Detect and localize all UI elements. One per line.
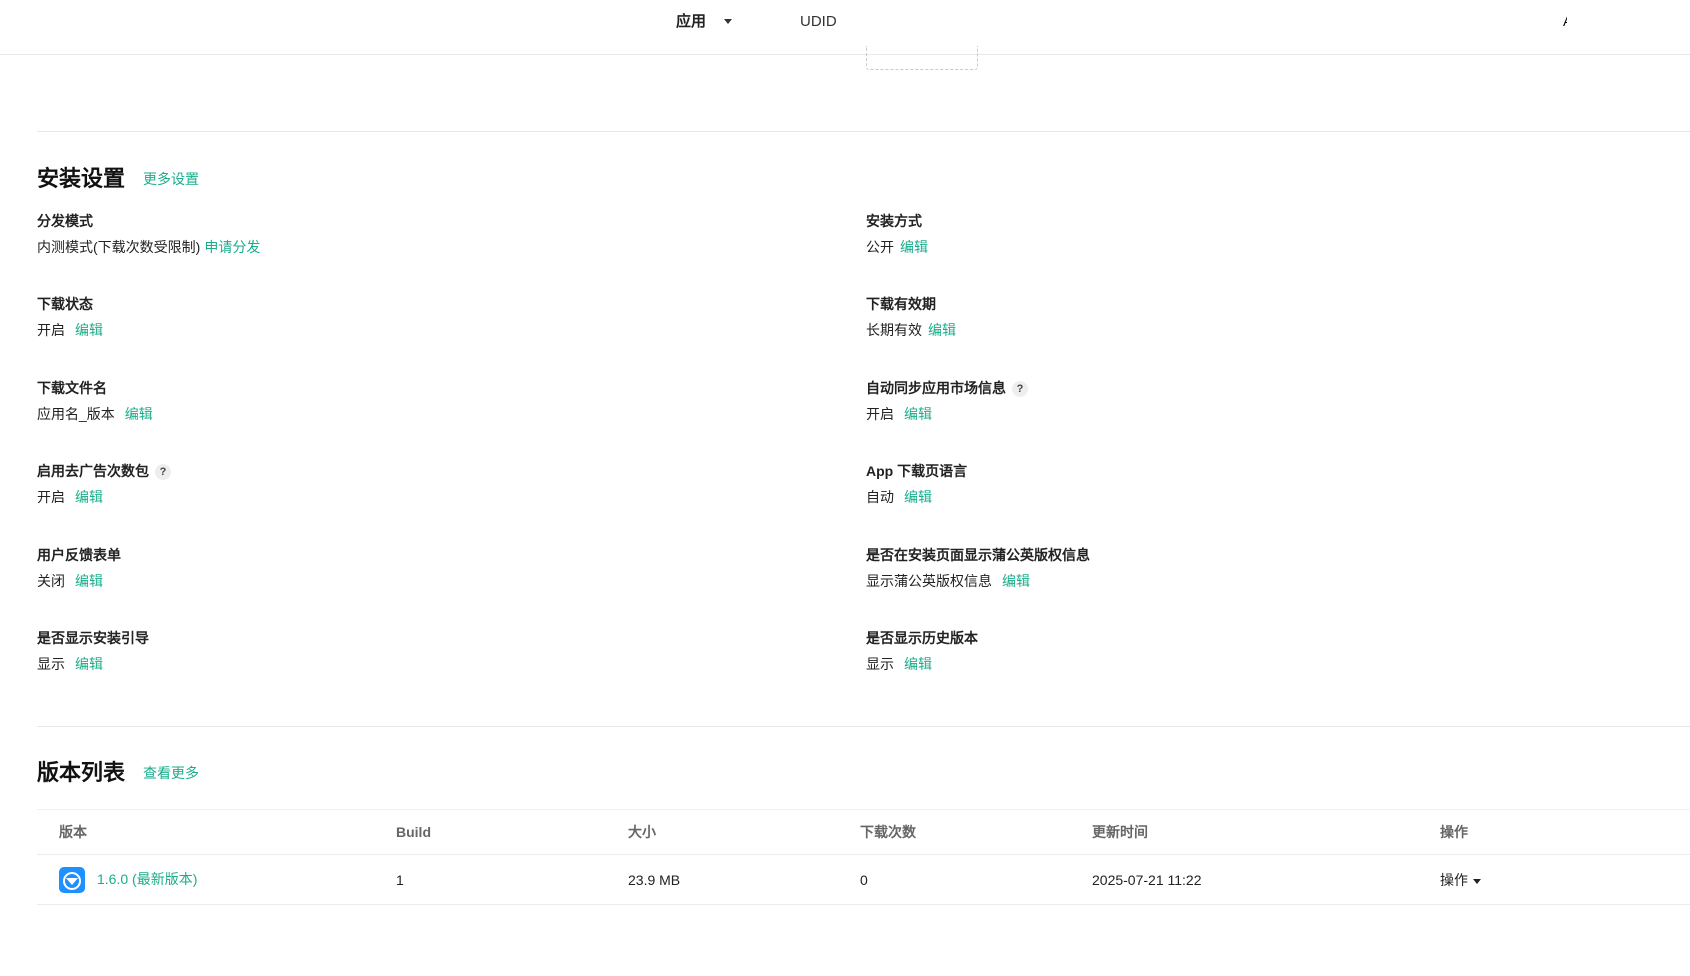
setting-value: 应用名_版本	[37, 406, 115, 422]
setting-distribution-mode: 分发模式 内测模式(下载次数受限制) 申请分发	[37, 211, 260, 257]
size-cell: 23.9 MB	[628, 872, 681, 888]
upload-dropzone[interactable]	[866, 46, 978, 70]
setting-value: 关闭	[37, 573, 65, 589]
setting-show-install-guide: 是否显示安装引导 显示 编辑	[37, 628, 149, 674]
setting-download-filename: 下载文件名 应用名_版本 编辑	[37, 378, 153, 424]
edit-link[interactable]: 编辑	[75, 573, 103, 589]
setting-label: App 下载页语言	[866, 463, 968, 479]
version-list-title: 版本列表	[37, 760, 126, 785]
more-settings-link[interactable]: 更多设置	[143, 169, 199, 189]
setting-label: 用户反馈表单	[37, 547, 121, 563]
top-nav-bar: 应用 UDID A	[0, 0, 1690, 55]
setting-label: 安装方式	[866, 213, 922, 229]
setting-label: 是否在安装页面显示蒲公英版权信息	[866, 547, 1090, 563]
apply-distribution-link[interactable]: 申请分发	[204, 239, 260, 255]
setting-value: 显示蒲公英版权信息	[866, 573, 992, 589]
edit-link[interactable]: 编辑	[928, 322, 956, 338]
actions-label: 操作	[1440, 872, 1468, 888]
column-header-updated: 更新时间	[1092, 824, 1148, 840]
setting-label: 分发模式	[37, 213, 93, 229]
edit-link[interactable]: 编辑	[904, 656, 932, 672]
setting-value: 开启	[37, 489, 65, 505]
help-icon[interactable]: ?	[1012, 381, 1028, 398]
setting-label: 下载文件名	[37, 380, 107, 396]
setting-show-copyright: 是否在安装页面显示蒲公英版权信息 显示蒲公英版权信息 编辑	[866, 545, 1090, 591]
setting-download-page-language: App 下载页语言 自动 编辑	[866, 461, 967, 507]
install-settings-title: 安装设置	[37, 166, 126, 191]
nav-edge-text: A	[1563, 14, 1567, 28]
actions-dropdown[interactable]: 操作	[1440, 870, 1481, 890]
setting-value: 显示	[866, 656, 894, 672]
setting-value: 开启	[866, 406, 894, 422]
column-header-downloads: 下载次数	[860, 824, 916, 840]
table-header: 版本 Build 大小 下载次数 更新时间 操作	[37, 809, 1690, 855]
setting-download-status: 下载状态 开启 编辑	[37, 294, 103, 340]
setting-value: 自动	[866, 489, 894, 505]
edit-link[interactable]: 编辑	[904, 489, 932, 505]
setting-value: 内测模式(下载次数受限制)	[37, 239, 201, 255]
edit-link[interactable]: 编辑	[904, 406, 932, 422]
column-header-actions: 操作	[1440, 824, 1468, 840]
section-divider	[37, 131, 1690, 132]
help-icon[interactable]: ?	[155, 464, 171, 481]
caret-down-icon	[1473, 878, 1481, 884]
nav-udid[interactable]: UDID	[800, 12, 837, 32]
setting-value: 长期有效	[866, 322, 922, 338]
edit-link[interactable]: 编辑	[75, 322, 103, 338]
setting-value: 开启	[37, 322, 65, 338]
updated-cell: 2025-07-21 11:22	[1092, 872, 1202, 888]
edit-link[interactable]: 编辑	[75, 489, 103, 505]
edit-link[interactable]: 编辑	[125, 406, 153, 422]
setting-label: 自动同步应用市场信息	[866, 380, 1006, 396]
setting-label: 下载有效期	[866, 296, 936, 312]
setting-value: 显示	[37, 656, 65, 672]
downloads-cell: 0	[860, 872, 868, 888]
setting-feedback-form: 用户反馈表单 关闭 编辑	[37, 545, 121, 591]
setting-download-validity: 下载有效期 长期有效 编辑	[866, 294, 956, 340]
setting-label: 下载状态	[37, 296, 93, 312]
setting-ad-removal-pack: 启用去广告次数包? 开启 编辑	[37, 461, 171, 507]
table-row: 1.6.0 (最新版本) 1 23.9 MB 0 2025-07-21 11:2…	[37, 855, 1690, 905]
nav-app-menu[interactable]: 应用	[676, 12, 706, 32]
version-link[interactable]: 1.6.0 (最新版本)	[97, 869, 197, 889]
setting-install-method: 安装方式 公开 编辑	[866, 211, 928, 257]
setting-label: 是否显示历史版本	[866, 630, 978, 646]
edit-link[interactable]: 编辑	[75, 656, 103, 672]
section-divider	[37, 726, 1690, 727]
app-icon	[59, 867, 85, 893]
setting-value: 公开	[866, 239, 894, 255]
version-table: 版本 Build 大小 下载次数 更新时间 操作 1.6.0 (最新版本) 1 …	[37, 809, 1690, 905]
column-header-version: 版本	[59, 824, 87, 840]
edit-link[interactable]: 编辑	[900, 239, 928, 255]
edit-link[interactable]: 编辑	[1002, 573, 1030, 589]
column-header-size: 大小	[628, 824, 656, 840]
caret-down-icon[interactable]	[724, 19, 732, 24]
build-cell: 1	[396, 872, 404, 888]
setting-label: 启用去广告次数包	[37, 463, 149, 479]
view-more-link[interactable]: 查看更多	[143, 763, 199, 783]
setting-label: 是否显示安装引导	[37, 630, 149, 646]
column-header-build: Build	[396, 824, 431, 840]
setting-show-history-versions: 是否显示历史版本 显示 编辑	[866, 628, 978, 674]
setting-auto-sync-market: 自动同步应用市场信息? 开启 编辑	[866, 378, 1028, 424]
